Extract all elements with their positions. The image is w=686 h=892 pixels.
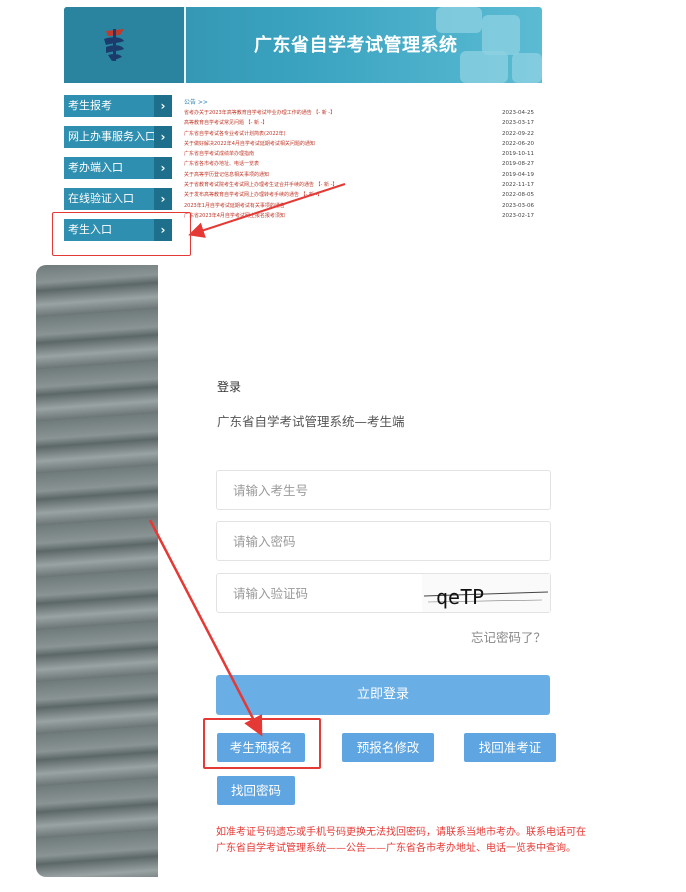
modify-pre-register-button[interactable]: 预报名修改 <box>342 733 434 762</box>
notice-date: 2019-04-19 <box>502 171 534 178</box>
retrieve-password-button[interactable]: 找回密码 <box>217 776 295 805</box>
annotation-highlight-box <box>203 718 321 769</box>
notice-date: 2023-02-17 <box>502 212 534 219</box>
notice-date: 2023-03-06 <box>502 202 534 209</box>
forgot-password-link[interactable]: 忘记密码了？ <box>471 627 546 646</box>
background-image <box>36 265 158 877</box>
captcha-graphic: qeTP <box>423 585 549 609</box>
list-item[interactable]: 广东省各市考办地址、电话一览表 2019-08-27 <box>184 159 542 169</box>
login-subtitle: 广东省自学考试管理系统—考生端 <box>217 414 405 429</box>
password-input[interactable] <box>231 522 425 560</box>
notice-date: 2022-06-20 <box>502 140 534 147</box>
notice-title[interactable]: 广东省自学考试成绩单办理指南 <box>184 149 504 159</box>
chevron-right-icon: › <box>154 126 172 148</box>
nav-item-label: 考生报考 <box>68 99 112 112</box>
notice-date: 2022-11-17 <box>502 182 534 189</box>
nav-item-register[interactable]: 考生报考 › <box>64 95 172 117</box>
captcha-input[interactable] <box>231 574 425 612</box>
nav-item-label: 在线验证入口 <box>68 192 134 205</box>
puzzle-decoration <box>512 53 542 83</box>
help-notice: 广东省自学考试管理系统——公告——广东省各市考办地址、电话一览表中查询。 <box>216 843 576 854</box>
site-banner: 广东省自学考试管理系统 <box>64 7 542 83</box>
nav-item-verify[interactable]: 在线验证入口 › <box>64 188 172 210</box>
notice-date: 2022-09-22 <box>502 130 534 137</box>
list-item[interactable]: 关于做好解决2022年4月自学考试延期考试相关问题的通知 2022-06-20 <box>184 139 542 149</box>
puzzle-decoration <box>482 15 520 55</box>
nav-item-label: 网上办事服务入口 <box>68 130 156 143</box>
nav-item-office[interactable]: 考办端入口 › <box>64 157 172 179</box>
list-item[interactable]: 高等教育自学考试常见问题 【- 新 -】 2023-03-17 <box>184 118 542 128</box>
list-item[interactable]: 省考办关于2023年高等教育自学考试毕业办理工作的通告 【- 新 -】 2023-… <box>184 108 542 118</box>
logo-icon <box>104 29 124 61</box>
notice-list: 公告 >> 省考办关于2023年高等教育自学考试毕业办理工作的通告 【- 新 -… <box>184 97 542 221</box>
list-item[interactable]: 广东省自学考试成绩单办理指南 2019-10-11 <box>184 149 542 159</box>
chevron-right-icon: › <box>154 157 172 179</box>
help-notice: 如准考证号码遗忘或手机号码更换无法找回密码，请联系当地市考办。联系电话可在 <box>216 827 586 838</box>
login-screenshot: 登录 广东省自学考试管理系统—考生端 qeTP 忘记密码了？ 立即登录 考生预报… <box>36 265 646 880</box>
login-button[interactable]: 立即登录 <box>216 675 550 715</box>
nav-item-label: 考办端入口 <box>68 161 123 174</box>
notice-title[interactable]: 广东省2023年4月自学考试网上报名报考须知 <box>184 211 504 221</box>
captcha-text: qeTP <box>436 585 484 609</box>
banner-divider <box>184 7 186 83</box>
candidate-number-field[interactable] <box>216 470 551 510</box>
list-item[interactable]: 2023年1月自学考试延期考试有关事项的通告 2023-03-06 <box>184 201 542 211</box>
notice-title[interactable]: 关于高等学历登记信息相关事项的通知 <box>184 170 504 180</box>
list-item[interactable]: 广东省2023年4月自学考试网上报名报考须知 2023-02-17 <box>184 211 542 221</box>
logo-box <box>64 7 184 83</box>
nav-item-online-service[interactable]: 网上办事服务入口 › <box>64 126 172 148</box>
notice-title[interactable]: 关于发布高等教育自学考试网上办理转考手续的通告 【- 新 -】 <box>184 190 504 200</box>
puzzle-decoration <box>460 51 508 83</box>
notice-date: 2023-04-25 <box>502 110 534 116</box>
notice-date: 2022-08-05 <box>502 192 534 199</box>
notice-title[interactable]: 广东省各市考办地址、电话一览表 <box>184 159 504 169</box>
notice-title[interactable]: 高等教育自学考试常见问题 【- 新 -】 <box>184 118 504 128</box>
puzzle-decoration <box>436 7 482 33</box>
chevron-right-icon: › <box>154 95 172 117</box>
captcha-field[interactable]: qeTP <box>216 573 551 613</box>
candidate-number-input[interactable] <box>231 471 425 509</box>
notice-title[interactable]: 2023年1月自学考试延期考试有关事项的通告 <box>184 201 504 211</box>
login-title: 登录 <box>217 380 242 394</box>
list-item[interactable]: 广东省自学考试各专业考试计划简表(2022年) 2022-09-22 <box>184 129 542 139</box>
notice-date: 2023-03-17 <box>502 120 534 127</box>
list-item[interactable]: 关于省教育考试院考生考试网上办理考生证合并手续的通告 【- 新 -】 2022-1… <box>184 180 542 190</box>
notice-date: 2019-08-27 <box>502 161 534 168</box>
list-item[interactable]: 关于高等学历登记信息相关事项的通知 2019-04-19 <box>184 170 542 180</box>
notice-title[interactable]: 广东省自学考试各专业考试计划简表(2022年) <box>184 129 504 139</box>
site-title: 广东省自学考试管理系统 <box>254 35 458 56</box>
notice-title[interactable]: 关于做好解决2022年4月自学考试延期考试相关问题的通知 <box>184 139 504 149</box>
chevron-right-icon: › <box>154 188 172 210</box>
captcha-image[interactable]: qeTP <box>422 574 550 612</box>
notice-header[interactable]: 公告 >> <box>184 97 542 108</box>
list-item[interactable]: 关于发布高等教育自学考试网上办理转考手续的通告 【- 新 -】 2022-08-0… <box>184 190 542 200</box>
retrieve-admission-ticket-button[interactable]: 找回准考证 <box>464 733 556 762</box>
password-field[interactable] <box>216 521 551 561</box>
notice-title[interactable]: 关于省教育考试院考生考试网上办理考生证合并手续的通告 【- 新 -】 <box>184 180 504 190</box>
notice-title[interactable]: 省考办关于2023年高等教育自学考试毕业办理工作的通告 【- 新 -】 <box>184 108 504 118</box>
annotation-highlight-box <box>52 212 191 256</box>
notice-date: 2019-10-11 <box>502 151 534 158</box>
